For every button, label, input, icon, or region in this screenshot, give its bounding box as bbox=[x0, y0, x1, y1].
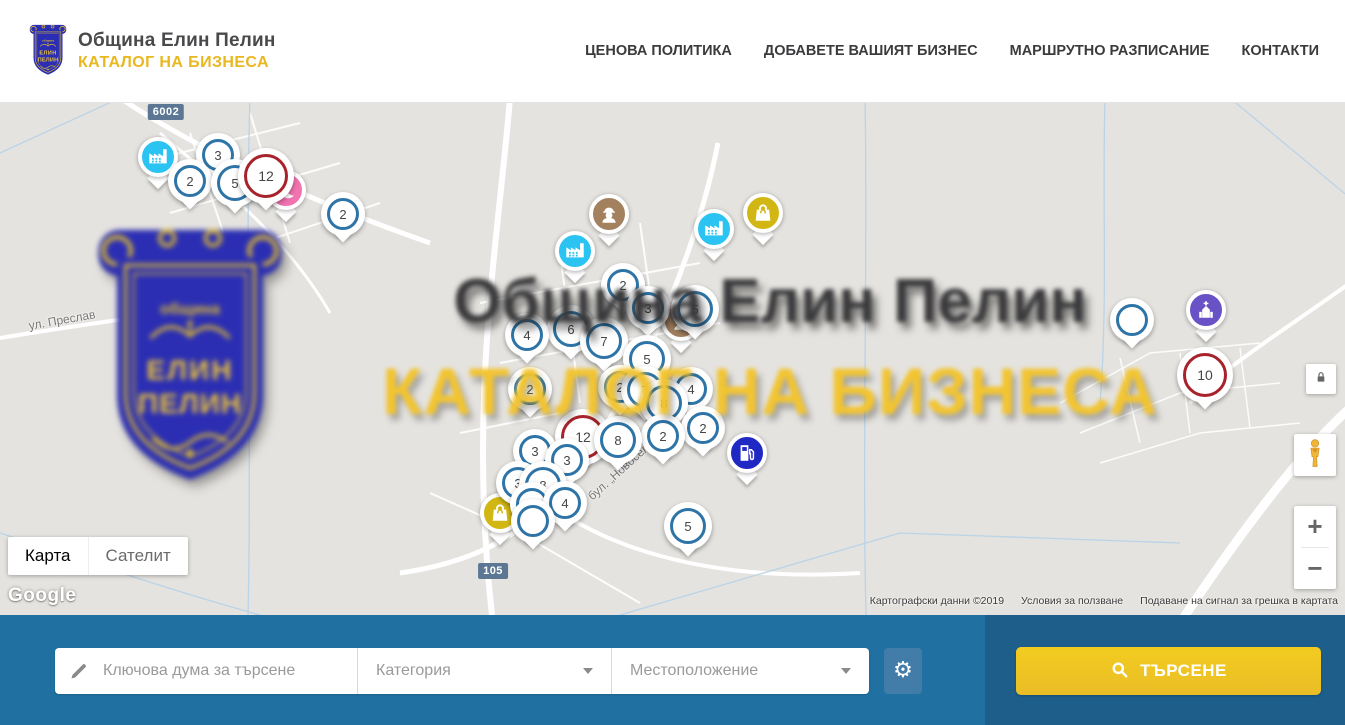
road-badge: 6002 bbox=[148, 104, 184, 120]
category-select[interactable]: Категория bbox=[358, 648, 612, 694]
svg-text:ЕЛИН: ЕЛИН bbox=[39, 51, 56, 57]
keyword-search-input[interactable] bbox=[103, 648, 357, 694]
map-pin-bag[interactable] bbox=[740, 190, 786, 236]
pegman-icon bbox=[1302, 438, 1328, 473]
bag-icon bbox=[743, 193, 783, 233]
cluster-count: 2 bbox=[327, 198, 359, 230]
cluster-count: 12 bbox=[244, 154, 288, 198]
nav-item-pricing[interactable]: ЦЕНОВА ПОЛИТИКА bbox=[585, 43, 732, 59]
nav-item-contacts[interactable]: КОНТАКТИ bbox=[1241, 43, 1319, 59]
road-badge: 105 bbox=[478, 563, 508, 579]
map-cluster-marker[interactable]: 2 bbox=[681, 406, 725, 450]
search-icon bbox=[1110, 660, 1129, 682]
map-pin-factory[interactable] bbox=[691, 206, 737, 252]
map-cluster-marker[interactable]: 4 bbox=[505, 313, 549, 357]
cluster-count: 2 bbox=[174, 165, 206, 197]
cluster-count: 2 bbox=[514, 373, 546, 405]
location-select-label: Местоположение bbox=[630, 662, 841, 680]
map-cluster-marker[interactable]: 2 bbox=[168, 159, 212, 203]
map-cluster-marker[interactable] bbox=[511, 499, 555, 543]
cluster-count: 10 bbox=[1183, 353, 1227, 397]
cluster-count: 2 bbox=[647, 420, 679, 452]
map-type-toggle: Карта Сателит bbox=[8, 537, 188, 575]
map-cluster-marker[interactable]: 2 bbox=[508, 367, 552, 411]
map-cluster-marker[interactable]: 3 bbox=[626, 286, 670, 330]
municipality-emblem-icon: община ЕЛИНПЕЛИН bbox=[27, 22, 69, 80]
advanced-settings-button[interactable]: ⚙ bbox=[884, 648, 922, 694]
map-pin-factory[interactable] bbox=[552, 228, 598, 274]
search-filters: Категория Местоположение bbox=[55, 648, 869, 694]
zoom-in-button[interactable]: + bbox=[1294, 506, 1336, 547]
chevron-down-icon bbox=[841, 668, 851, 674]
lock-button[interactable] bbox=[1306, 364, 1336, 394]
site-title: Община Елин Пелин bbox=[78, 30, 276, 52]
cluster-count: 5 bbox=[670, 508, 706, 544]
map-cluster-marker[interactable]: 10 bbox=[1177, 347, 1233, 403]
cluster-count: 8 bbox=[600, 422, 636, 458]
map-cluster-marker[interactable]: 5 bbox=[671, 285, 719, 333]
svg-text:община: община bbox=[42, 39, 54, 43]
gear-icon: ⚙ bbox=[893, 660, 913, 682]
map-cluster-marker[interactable]: 8 bbox=[594, 416, 642, 464]
top-header: община ЕЛИНПЕЛИН Община Елин Пелин КАТАЛО… bbox=[0, 0, 1345, 103]
cluster-count: 4 bbox=[511, 319, 543, 351]
factory-icon bbox=[694, 209, 734, 249]
street-view-pegman-button[interactable] bbox=[1294, 434, 1336, 476]
nav-item-transport-schedule[interactable]: МАРШРУТНО РАЗПИСАНИЕ bbox=[1010, 43, 1210, 59]
map-cluster-marker[interactable] bbox=[1110, 298, 1154, 342]
attribution-terms-link[interactable]: Условия за ползване bbox=[1021, 595, 1123, 607]
chevron-down-icon bbox=[583, 668, 593, 674]
location-select[interactable]: Местоположение bbox=[612, 648, 869, 694]
cluster-count: 3 bbox=[632, 292, 664, 324]
pencil-icon bbox=[55, 661, 103, 681]
cluster-count bbox=[1116, 304, 1148, 336]
map-canvas[interactable]: 6002105ул. Преславбул. „Новоселци“325122… bbox=[0, 103, 1345, 615]
zoom-control: + − bbox=[1294, 506, 1336, 589]
search-button-label: ТЪРСЕНЕ bbox=[1140, 661, 1227, 681]
fuel-icon bbox=[727, 433, 767, 473]
site-logo[interactable]: община ЕЛИНПЕЛИН Община Елин Пелин КАТАЛО… bbox=[27, 22, 276, 80]
attribution-report-link[interactable]: Подаване на сигнал за грешка в картата bbox=[1140, 595, 1338, 607]
attribution-data: Картографски данни ©2019 bbox=[870, 595, 1004, 607]
map-cluster-marker[interactable]: 7 bbox=[580, 317, 628, 365]
map-view-button[interactable]: Карта bbox=[8, 537, 88, 575]
google-logo[interactable]: Google bbox=[8, 585, 76, 607]
search-button[interactable]: ТЪРСЕНЕ bbox=[1016, 647, 1321, 695]
cluster-count: 5 bbox=[677, 291, 713, 327]
nav-item-add-business[interactable]: ДОБАВЕТЕ ВАШИЯТ БИЗНЕС bbox=[764, 43, 978, 59]
satellite-view-button[interactable]: Сателит bbox=[88, 537, 188, 575]
cluster-count bbox=[517, 505, 549, 537]
map-pin-fuel[interactable] bbox=[724, 430, 770, 476]
map-cluster-marker[interactable]: 12 bbox=[238, 148, 294, 204]
map-attribution: Картографски данни ©2019 Условия за полз… bbox=[870, 595, 1338, 607]
map-cluster-marker[interactable]: 2 bbox=[321, 192, 365, 236]
cluster-count: 2 bbox=[687, 412, 719, 444]
factory-icon bbox=[555, 231, 595, 271]
search-bar: Категория Местоположение ⚙ ТЪРСЕНЕ bbox=[0, 615, 1345, 725]
category-select-label: Категория bbox=[376, 662, 583, 680]
site-subtitle: КАТАЛОГ НА БИЗНЕСА bbox=[78, 54, 276, 72]
map-pin-church[interactable] bbox=[1183, 287, 1229, 333]
svg-text:ПЕЛИН: ПЕЛИН bbox=[38, 57, 59, 63]
main-nav: ЦЕНОВА ПОЛИТИКА ДОБАВЕТЕ ВАШИЯТ БИЗНЕС МАР… bbox=[585, 43, 1319, 59]
zoom-out-button[interactable]: − bbox=[1294, 548, 1336, 589]
keyword-field-wrap bbox=[55, 648, 358, 694]
cluster-count: 7 bbox=[586, 323, 622, 359]
lock-icon bbox=[1313, 369, 1329, 390]
church-icon bbox=[1186, 290, 1226, 330]
map-cluster-marker[interactable]: 5 bbox=[664, 502, 712, 550]
map-cluster-marker[interactable]: 2 bbox=[641, 414, 685, 458]
